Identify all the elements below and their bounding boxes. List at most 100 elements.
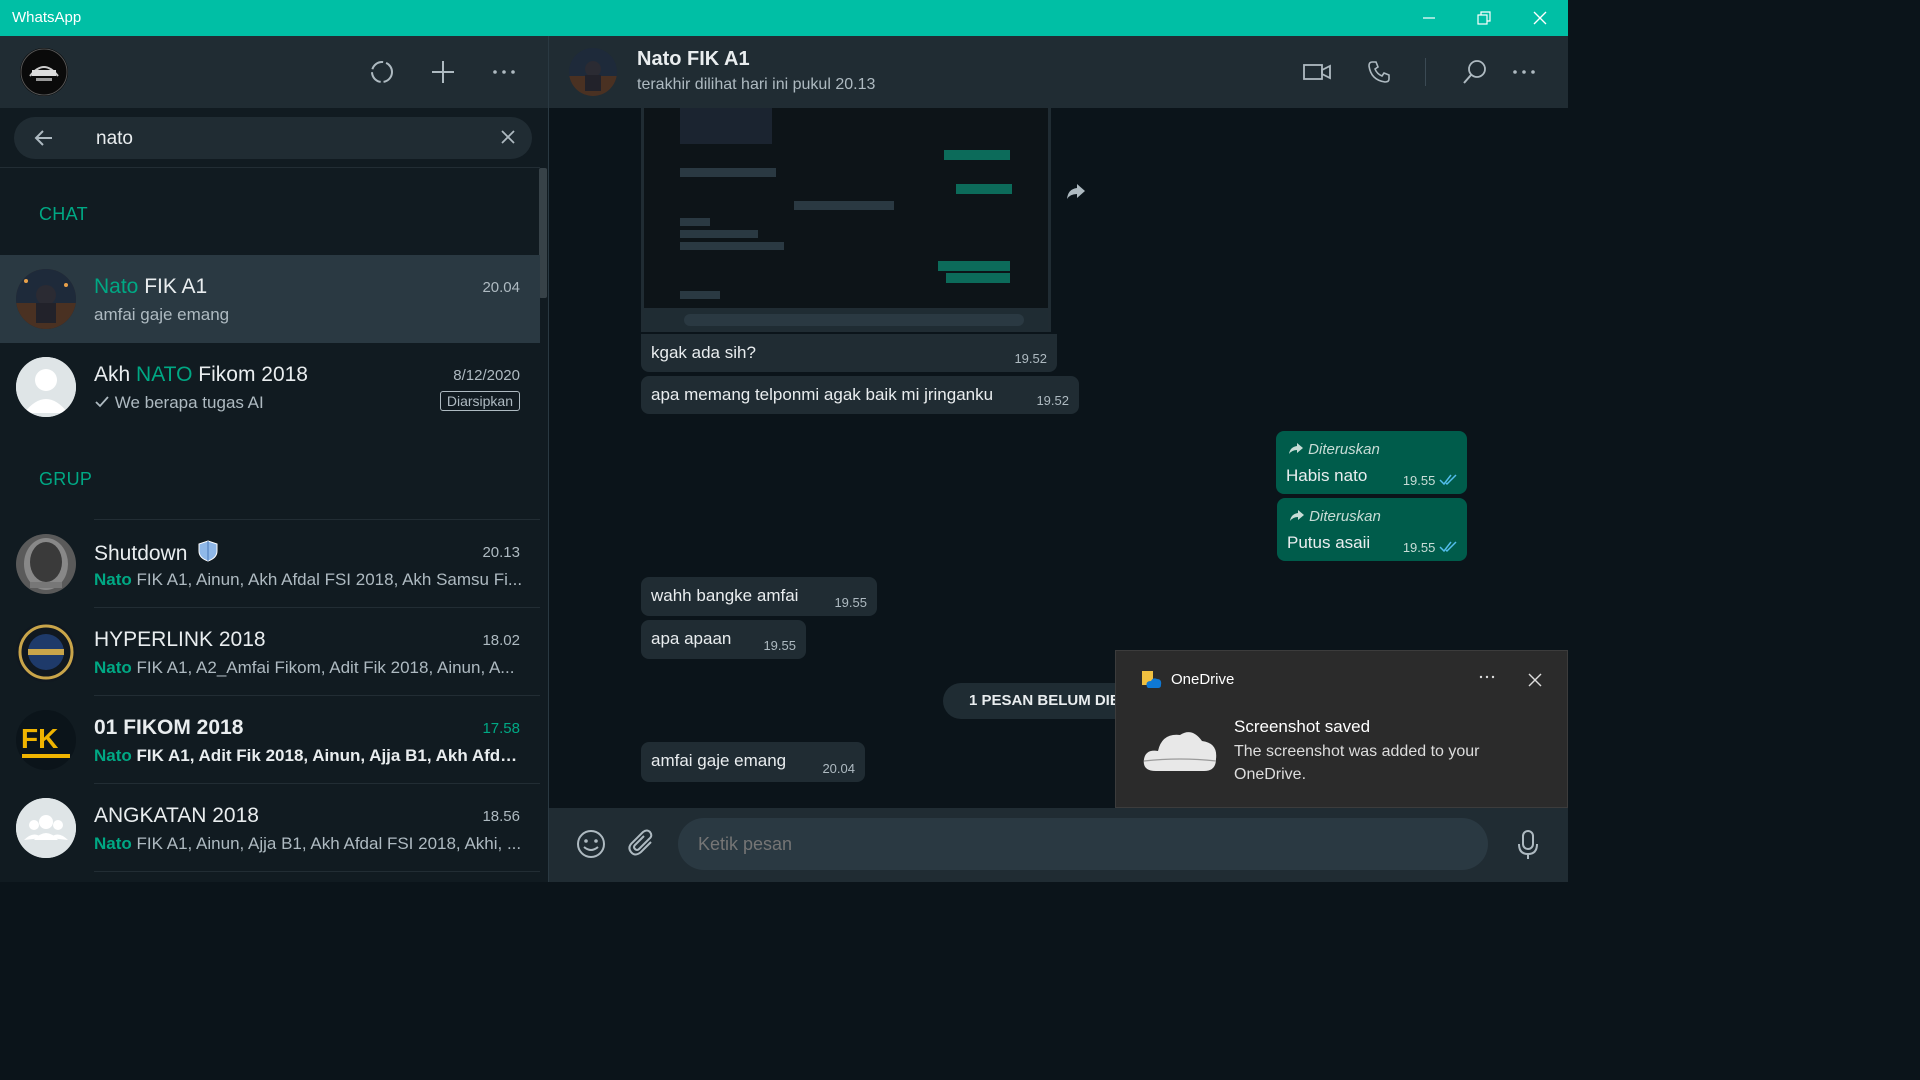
arrow-left-icon (34, 130, 52, 146)
emoji-button[interactable] (575, 828, 607, 865)
svg-text:FK: FK (21, 723, 58, 754)
check-icon (95, 396, 109, 408)
search-icon (1463, 60, 1486, 84)
voice-message-button[interactable] (1517, 829, 1539, 866)
contact-name: Nato FIK A1 (637, 48, 750, 70)
video-call-button[interactable] (1303, 58, 1331, 86)
chat-row-nato-fik-a1[interactable]: Nato FIK A1 20.04 amfai gaje emang (0, 255, 540, 343)
image-message[interactable] (641, 108, 1051, 332)
section-label-chat: CHAT (39, 204, 88, 224)
chat-time: 20.04 (482, 279, 520, 296)
shield-icon (198, 540, 218, 562)
message-text: Habis nato (1286, 466, 1368, 485)
notification-close-button[interactable] (1528, 673, 1542, 692)
message-text: kgak ada sih? (651, 343, 756, 362)
more-icon (1513, 70, 1535, 74)
status-button[interactable] (368, 58, 396, 86)
notification-more-button[interactable] (1478, 665, 1496, 688)
incoming-message[interactable]: apa apaan 19.55 (641, 620, 806, 659)
forward-button[interactable] (1065, 182, 1087, 205)
chat-preview: amfai gaje emang (94, 305, 230, 324)
voice-call-button[interactable] (1365, 58, 1393, 86)
cloud-icon (1143, 732, 1217, 771)
new-chat-button[interactable] (429, 58, 457, 86)
divider (0, 167, 540, 168)
title-bar: WhatsApp (0, 0, 1568, 36)
forwarded-label: Diteruskan (1289, 508, 1381, 525)
group-row-hyperlink-2018[interactable]: HYPERLINK 2018 18.02 Nato FIK A1, A2_Amf… (0, 608, 540, 696)
paperclip-icon (628, 829, 653, 856)
message-time: 19.55 (1403, 473, 1457, 488)
contact-photo-icon (569, 48, 617, 96)
double-check-icon (1439, 541, 1457, 553)
search-input[interactable] (94, 117, 478, 161)
close-icon (501, 130, 515, 144)
profile-avatar[interactable] (20, 48, 68, 96)
status-icon (371, 61, 393, 83)
avatar (16, 357, 76, 417)
sidebar: CHAT Nato FIK A1 20.04 amfai gaje emang … (0, 36, 549, 882)
phone-icon (1368, 61, 1390, 83)
group-row-angkatan-2018[interactable]: ANGKATAN 2018 18.56 Nato FIK A1, Ainun, … (0, 784, 540, 872)
avatar (16, 798, 76, 858)
chat-header[interactable]: Nato FIK A1 terakhir dilihat hari ini pu… (549, 36, 1568, 108)
forward-icon (1290, 510, 1304, 521)
close-window-button[interactable] (1514, 0, 1566, 36)
incoming-message[interactable]: apa memang telponmi agak baik mi jringan… (641, 376, 1079, 414)
divider (1425, 58, 1426, 86)
more-icon (1479, 675, 1495, 679)
close-icon (1533, 11, 1547, 25)
video-camera-icon (1303, 64, 1331, 80)
group-row-shutdown[interactable]: Shutdown 20.13 Nato FIK A1, Ainun, Akh A… (0, 520, 540, 608)
message-input[interactable] (678, 818, 1488, 870)
divider (94, 871, 540, 872)
search-chat-button[interactable] (1461, 58, 1489, 86)
incoming-message[interactable]: amfai gaje emang 20.04 (641, 742, 865, 782)
clear-search-button[interactable] (500, 129, 516, 150)
group-logo-icon (16, 622, 76, 682)
avatar (16, 534, 76, 594)
group-time: 18.02 (482, 632, 520, 649)
group-preview: Nato FIK A1, Adit Fik 2018, Ainun, Ajja … (94, 746, 524, 765)
outgoing-message[interactable]: Diteruskan Putus asaii 19.55 (1277, 498, 1467, 561)
sidebar-scrollbar[interactable] (539, 168, 547, 298)
back-button[interactable] (32, 126, 56, 155)
menu-button[interactable] (490, 58, 518, 86)
chat-time: 8/12/2020 (453, 367, 520, 384)
contact-avatar[interactable] (569, 48, 617, 96)
group-name: 01 FIKOM 2018 (94, 716, 244, 739)
search-bar (14, 117, 532, 161)
message-time: 19.55 (1403, 540, 1457, 555)
minimize-button[interactable] (1403, 0, 1455, 36)
contact-status: terakhir dilihat hari ini pukul 20.13 (637, 76, 876, 93)
message-time: 19.52 (1014, 351, 1047, 366)
restore-button[interactable] (1458, 0, 1510, 36)
attach-button[interactable] (627, 828, 657, 863)
message-text: apa apaan (651, 629, 732, 648)
group-row-01-fikom-2018[interactable]: FK 01 FIKOM 2018 17.58 Nato FIK A1, Adit… (0, 696, 540, 784)
chat-name: Nato FIK A1 (94, 275, 208, 298)
onedrive-notification[interactable]: OneDrive Screenshot saved The screenshot… (1115, 650, 1568, 808)
outgoing-message[interactable]: Diteruskan Habis nato 19.55 (1276, 431, 1467, 494)
message-time: 19.52 (1036, 393, 1069, 408)
message-time: 19.55 (834, 595, 867, 610)
default-user-icon (16, 357, 76, 417)
plus-icon (432, 61, 454, 83)
avatar: FK (16, 710, 76, 770)
group-name: HYPERLINK 2018 (94, 628, 266, 651)
group-time: 18.56 (482, 808, 520, 825)
message-text: wahh bangke amfai (651, 586, 799, 605)
incoming-message[interactable]: kgak ada sih? 19.52 (641, 334, 1057, 372)
close-icon (1528, 673, 1542, 687)
minimize-icon (1423, 17, 1435, 19)
group-preview: Nato FIK A1, A2_Amfai Fikom, Adit Fik 20… (94, 658, 515, 677)
sidebar-header (0, 36, 548, 108)
attached-screenshot-image[interactable] (644, 108, 1048, 330)
restore-icon (1477, 11, 1491, 25)
group-preview: Nato FIK A1, Ainun, Ajja B1, Akh Afdal F… (94, 834, 522, 853)
double-check-icon (1439, 474, 1457, 486)
chat-menu-button[interactable] (1510, 58, 1538, 86)
notification-body: The screenshot was added to your OneDriv… (1234, 743, 1480, 783)
incoming-message[interactable]: wahh bangke amfai 19.55 (641, 577, 877, 616)
chat-row-akh-nato-fikom[interactable]: Akh NATO Fikom 2018 8/12/2020 We berapa … (0, 343, 540, 431)
